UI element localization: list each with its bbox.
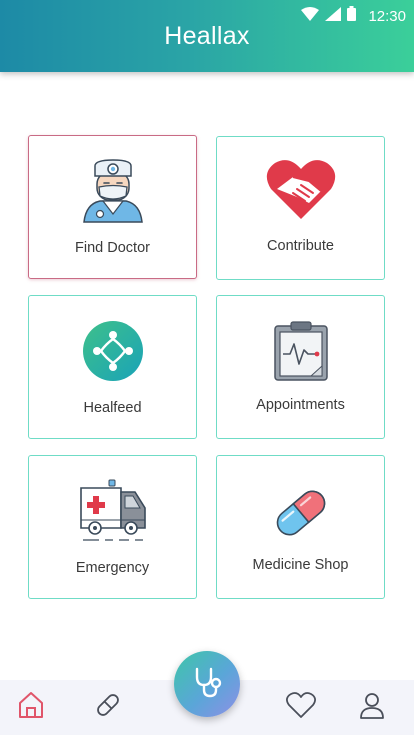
ambulance-icon bbox=[79, 478, 147, 549]
tile-label: Find Doctor bbox=[75, 240, 150, 256]
tile-appointments[interactable]: Appointments bbox=[216, 295, 385, 439]
tile-medicine-shop[interactable]: Medicine Shop bbox=[216, 455, 385, 599]
tile-label: Contribute bbox=[267, 238, 334, 254]
stethoscope-icon bbox=[190, 665, 224, 704]
tile-label: Medicine Shop bbox=[252, 557, 349, 573]
tile-find-doctor[interactable]: Find Doctor bbox=[28, 135, 197, 279]
nav-pharmacy[interactable] bbox=[91, 690, 125, 724]
nav-favorites[interactable] bbox=[284, 690, 318, 724]
pill-icon bbox=[93, 690, 123, 725]
tile-healfeed[interactable]: Healfeed bbox=[28, 295, 197, 439]
heart-icon bbox=[285, 690, 317, 725]
nav-profile[interactable] bbox=[355, 690, 389, 724]
home-icon bbox=[16, 690, 46, 725]
tile-label: Healfeed bbox=[83, 400, 142, 416]
doctor-icon bbox=[80, 158, 146, 229]
tile-emergency[interactable]: Emergency bbox=[28, 455, 197, 599]
clipboard-heartbeat-icon bbox=[273, 320, 329, 387]
fab-consult-button[interactable] bbox=[174, 651, 240, 717]
app-title: Heallax bbox=[164, 22, 250, 50]
tile-label: Emergency bbox=[75, 560, 150, 576]
tile-label: Appointments bbox=[256, 397, 345, 413]
network-circle-icon bbox=[82, 320, 144, 387]
capsule-icon bbox=[270, 482, 332, 549]
heart-handshake-icon bbox=[265, 157, 337, 226]
app-bar: 12:30 Heallax bbox=[0, 0, 414, 72]
profile-icon bbox=[357, 690, 387, 725]
tile-contribute[interactable]: Contribute bbox=[216, 136, 385, 280]
nav-home[interactable] bbox=[14, 690, 48, 724]
